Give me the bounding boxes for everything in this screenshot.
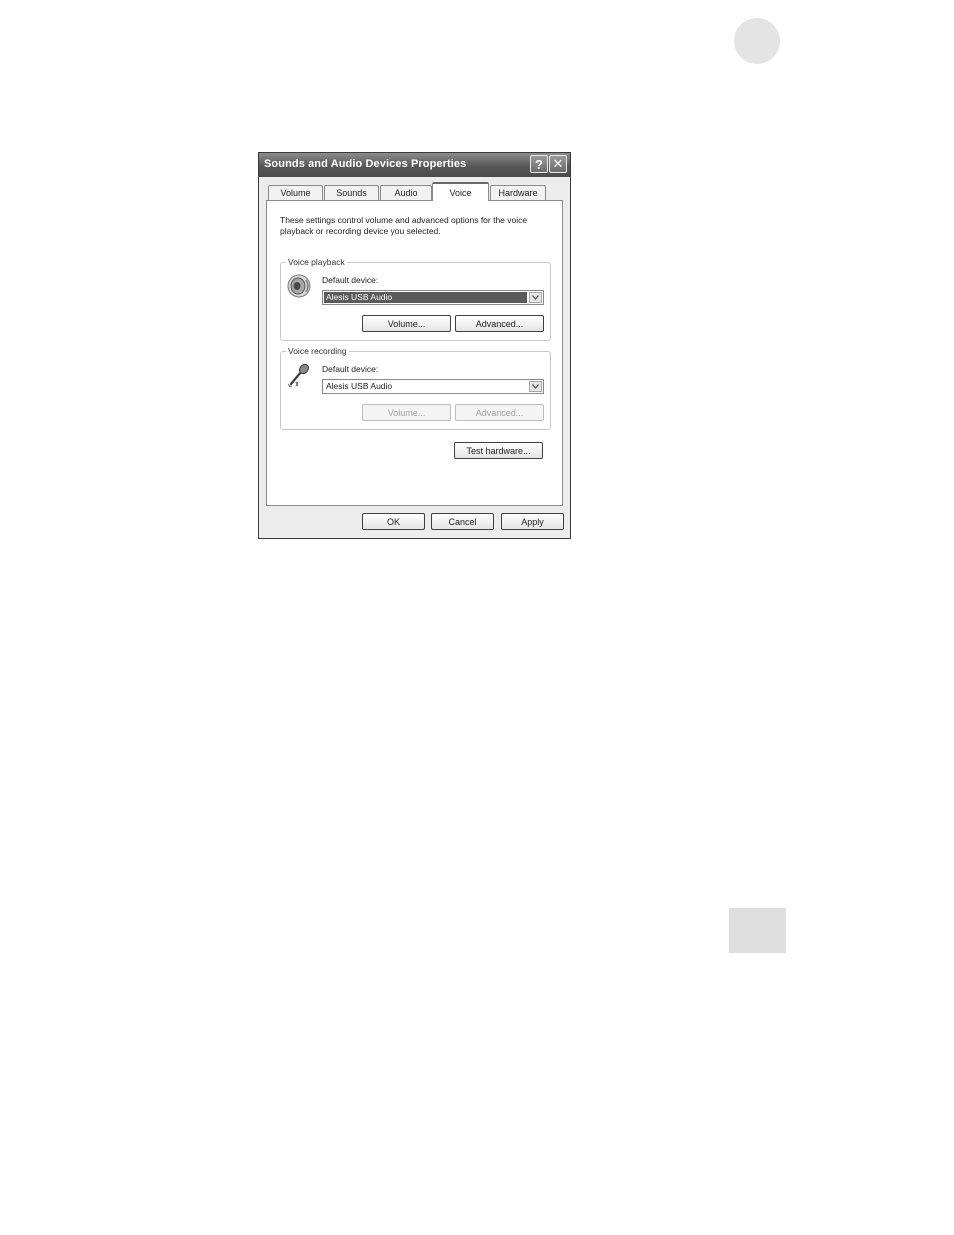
- title-bar[interactable]: Sounds and Audio Devices Properties ? ✕: [259, 153, 570, 177]
- tab-voice[interactable]: Voice: [432, 182, 489, 201]
- tab-label: Hardware: [498, 188, 538, 198]
- tab-label: Audio: [394, 188, 418, 198]
- close-button[interactable]: ✕: [549, 155, 567, 173]
- dialog-title: Sounds and Audio Devices Properties: [264, 158, 467, 170]
- help-icon: ?: [535, 156, 543, 172]
- recording-device-label: Default device:: [322, 364, 379, 374]
- tab-audio[interactable]: Audio: [380, 185, 432, 200]
- recording-volume-button[interactable]: Volume...: [362, 404, 451, 421]
- apply-button[interactable]: Apply: [501, 513, 564, 530]
- tab-label: Voice: [449, 187, 472, 198]
- tab-sounds[interactable]: Sounds: [324, 185, 379, 200]
- recording-advanced-button[interactable]: Advanced...: [455, 404, 544, 421]
- page-marker-circle: [734, 18, 780, 64]
- tab-label: Volume: [280, 188, 311, 198]
- test-hardware-button[interactable]: Test hardware...: [454, 442, 543, 459]
- page-marker-square: [729, 908, 786, 953]
- tab-label: Sounds: [336, 188, 367, 198]
- recording-device-select[interactable]: Alesis USB Audio: [322, 379, 544, 394]
- playback-volume-button[interactable]: Volume...: [362, 315, 451, 332]
- playback-advanced-button[interactable]: Advanced...: [455, 315, 544, 332]
- speaker-icon: [287, 274, 311, 298]
- voice-recording-label: Voice recording: [286, 346, 349, 356]
- playback-dropdown-button[interactable]: [529, 292, 542, 303]
- tab-volume[interactable]: Volume: [268, 185, 323, 200]
- playback-device-value: Alesis USB Audio: [324, 292, 527, 303]
- voice-tab-panel: These settings control volume and advanc…: [266, 200, 563, 506]
- recording-device-value: Alesis USB Audio: [326, 381, 393, 391]
- voice-playback-label: Voice playback: [286, 257, 347, 267]
- voice-description: These settings control volume and advanc…: [280, 215, 528, 236]
- chevron-down-icon: [532, 384, 539, 389]
- playback-device-label: Default device:: [322, 275, 379, 285]
- tab-hardware[interactable]: Hardware: [490, 185, 546, 200]
- sounds-audio-properties-dialog: Sounds and Audio Devices Properties ? ✕ …: [258, 152, 571, 539]
- recording-dropdown-button[interactable]: [529, 381, 542, 392]
- playback-device-select[interactable]: Alesis USB Audio: [322, 290, 544, 305]
- voice-playback-group: Voice playback Default device: Alesis US…: [280, 257, 551, 341]
- cancel-button[interactable]: Cancel: [431, 513, 494, 530]
- close-icon: ✕: [552, 156, 564, 171]
- microphone-icon: [288, 363, 309, 387]
- chevron-down-icon: [532, 295, 539, 300]
- ok-button[interactable]: OK: [362, 513, 425, 530]
- voice-recording-group: Voice recording Default device: Alesis U…: [280, 346, 551, 430]
- help-button[interactable]: ?: [530, 155, 548, 173]
